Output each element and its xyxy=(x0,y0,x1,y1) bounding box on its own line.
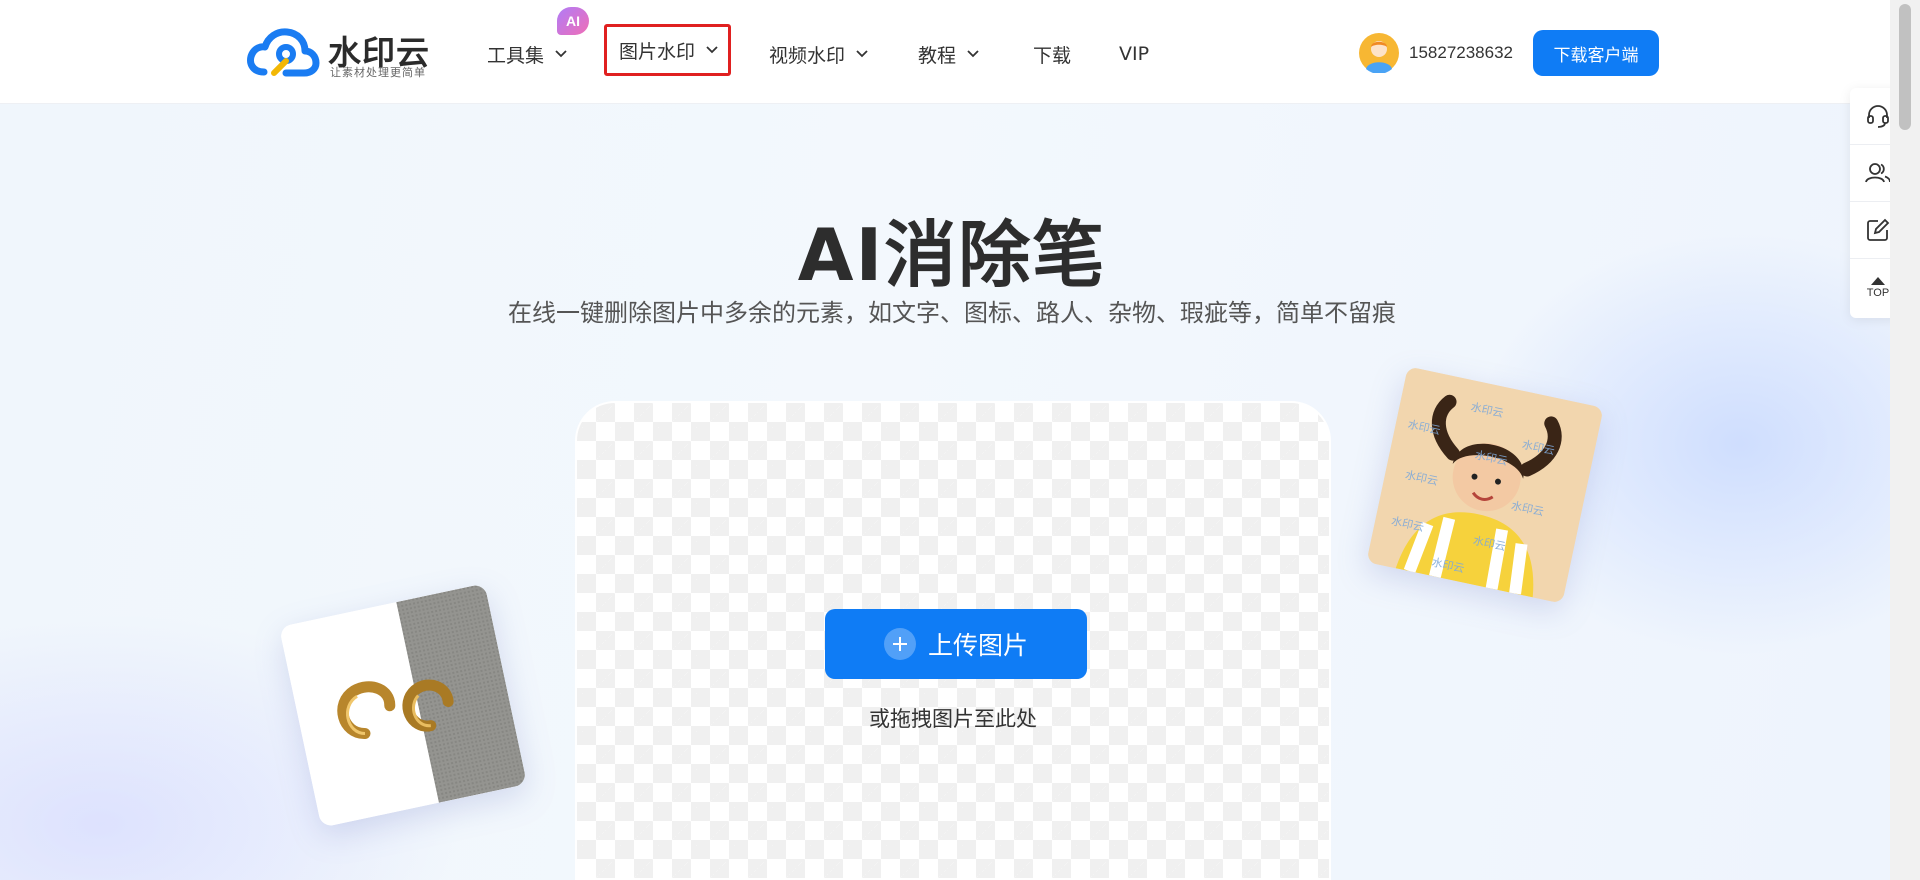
chevron-down-icon xyxy=(967,50,979,58)
upload-dropzone[interactable]: 上传图片 或拖拽图片至此处 xyxy=(575,401,1331,880)
nav-image-watermark-label: 图片水印 xyxy=(619,40,696,63)
drag-hint: 或拖拽图片至此处 xyxy=(869,707,1037,731)
girl-illustration: 水印云 水印云 水印云 水印云 水印云 水印云 水印云 水印云 水印云 xyxy=(1366,366,1604,604)
scroll-thumb[interactable] xyxy=(1899,4,1911,130)
user-account[interactable]: 15827238632 xyxy=(1359,32,1513,74)
nav-tools[interactable]: 工具集 xyxy=(487,34,568,74)
sample-image-earrings xyxy=(278,583,528,828)
plus-icon xyxy=(883,628,916,660)
upload-button-label: 上传图片 xyxy=(927,631,1028,660)
earrings-illustration xyxy=(278,583,528,828)
download-client-button[interactable]: 下载客户端 xyxy=(1533,30,1659,76)
nav-video-watermark-label: 视频水印 xyxy=(769,44,846,67)
nav-tools-label: 工具集 xyxy=(487,44,545,67)
users-icon xyxy=(1865,163,1891,183)
logo-slogan: 让素材处理更简单 xyxy=(330,66,426,79)
nav-vip-label: VIP xyxy=(1119,43,1150,65)
chevron-down-icon xyxy=(555,50,567,58)
nav-download-label: 下载 xyxy=(1033,44,1072,67)
cloud-logo-icon xyxy=(247,28,320,77)
page-title: AI消除笔 xyxy=(797,213,1107,297)
nav-image-watermark[interactable]: 图片水印 xyxy=(604,24,732,76)
sample-image-girl: 水印云 水印云 水印云 水印云 水印云 水印云 水印云 水印云 水印云 xyxy=(1366,366,1604,604)
scrollbar[interactable] xyxy=(1890,0,1920,880)
edit-icon xyxy=(1867,218,1890,241)
nav-tutorial[interactable]: 教程 xyxy=(918,34,980,74)
chevron-down-icon xyxy=(856,50,868,58)
nav-download[interactable]: 下载 xyxy=(1033,34,1071,74)
top-navbar: 水印云 让素材处理更简单 AI 工具集 图片水印 视频水印 教程 下载 VIP … xyxy=(0,0,1890,104)
caret-up-icon xyxy=(1871,276,1885,285)
user-phone: 15827238632 xyxy=(1409,43,1514,62)
nav-vip[interactable]: VIP xyxy=(1119,34,1149,74)
nav-video-watermark[interactable]: 视频水印 xyxy=(769,34,869,74)
top-label: TOP xyxy=(1866,286,1890,299)
avatar xyxy=(1359,33,1399,73)
site-logo[interactable]: 水印云 让素材处理更简单 xyxy=(246,24,430,84)
chevron-down-icon xyxy=(706,46,718,54)
page-subtitle: 在线一键删除图片中多余的元素，如文字、图标、路人、杂物、瑕疵等，简单不留痕 xyxy=(508,299,1396,327)
nav-tutorial-label: 教程 xyxy=(918,44,957,67)
headset-icon xyxy=(1867,105,1889,128)
ai-badge: AI xyxy=(557,7,589,35)
upload-image-button[interactable]: 上传图片 xyxy=(825,609,1087,679)
